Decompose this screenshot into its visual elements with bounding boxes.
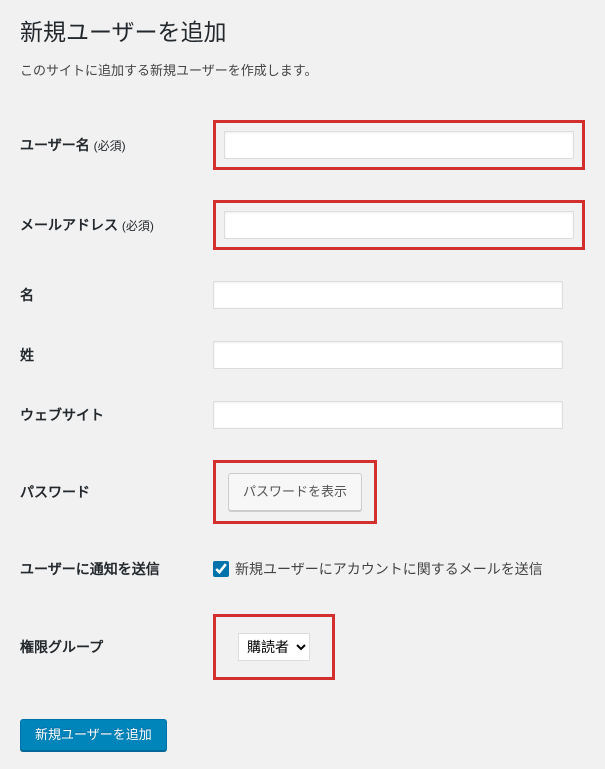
firstname-label: 名: [20, 265, 213, 325]
password-label: パスワード: [20, 445, 213, 539]
notify-checkbox-label: 新規ユーザーにアカウントに関するメールを送信: [235, 559, 543, 579]
role-select[interactable]: 購読者: [238, 633, 310, 661]
role-highlight: 購読者: [213, 614, 335, 680]
role-label: 権限グループ: [20, 599, 213, 695]
website-label: ウェブサイト: [20, 385, 213, 445]
notify-checkbox-wrap[interactable]: 新規ユーザーにアカウントに関するメールを送信: [213, 559, 585, 579]
firstname-input[interactable]: [213, 281, 563, 309]
notify-label: ユーザーに通知を送信: [20, 539, 213, 599]
username-input[interactable]: [224, 131, 574, 159]
user-form: ユーザー名 (必須) メールアドレス (必須) 名 姓 ウェブサイト: [20, 105, 585, 695]
username-highlight: [213, 120, 585, 170]
page-description: このサイトに追加する新規ユーザーを作成します。: [20, 60, 585, 79]
notify-checkbox[interactable]: [213, 561, 229, 577]
page-title: 新規ユーザーを追加: [20, 18, 585, 48]
show-password-button[interactable]: パスワードを表示: [228, 473, 362, 511]
password-highlight: パスワードを表示: [213, 460, 377, 524]
submit-button[interactable]: 新規ユーザーを追加: [20, 719, 167, 751]
email-label: メールアドレス (必須): [20, 185, 213, 265]
email-highlight: [213, 200, 585, 250]
email-input[interactable]: [224, 211, 574, 239]
lastname-input[interactable]: [213, 341, 563, 369]
lastname-label: 姓: [20, 325, 213, 385]
website-input[interactable]: [213, 401, 563, 429]
username-label: ユーザー名 (必須): [20, 105, 213, 185]
